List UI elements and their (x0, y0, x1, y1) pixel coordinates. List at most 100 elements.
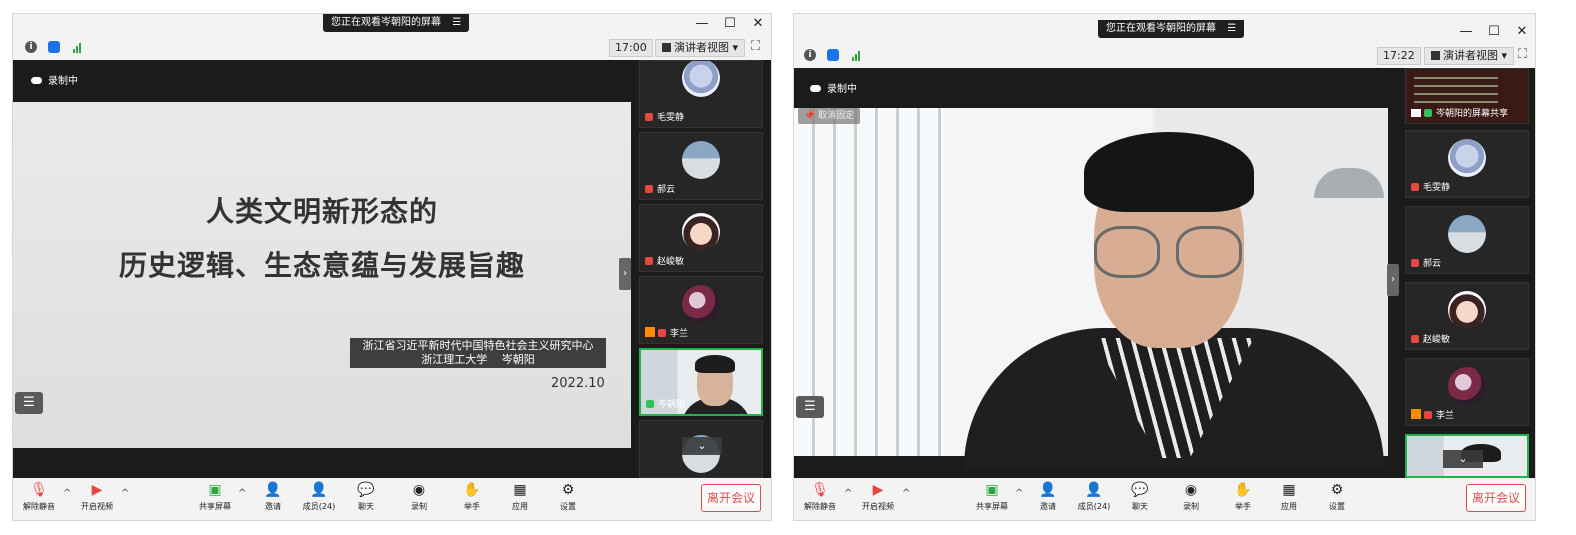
muted-mic-icon (645, 185, 653, 193)
network-signal-icon[interactable] (71, 41, 83, 53)
recording-label: 录制中 (827, 84, 857, 95)
gear-icon: ⚙ (1330, 482, 1344, 498)
avatar (682, 61, 720, 97)
viewing-screen-banner[interactable]: 您正在观看岑朝阳的屏幕 ☰ (323, 14, 470, 32)
raise-hand-button[interactable]: ✋ 举手 (1221, 482, 1265, 512)
security-shield-icon[interactable] (827, 49, 839, 61)
list-icon[interactable]: ☰ (15, 392, 43, 414)
minimize-icon[interactable]: — (695, 16, 709, 31)
meeting-clock: 17:00 (609, 39, 653, 57)
meeting-toolbar: 🎙 解除静音 ^ ▶ 开启视频 ^ ▣ 共享屏幕 ^ 👤 邀请 👤 成员(24) 💬 聊天 … (794, 478, 1535, 520)
maximize-icon[interactable]: ☐ (723, 16, 737, 31)
slide-org-line1: 浙江省习近平新时代中国特色社会主义研究中心 (362, 339, 594, 352)
participant-tile[interactable]: 毛雯静 (1405, 130, 1529, 198)
video-options-chevron-icon[interactable]: ^ (121, 488, 129, 499)
apps-button[interactable]: ▦ 应用 (498, 482, 542, 512)
close-icon[interactable]: ✕ (1515, 24, 1529, 39)
avatar (1448, 139, 1486, 177)
share-screen-button[interactable]: ▣ 共享屏幕 (970, 482, 1014, 512)
record-button[interactable]: ◉ 录制 (397, 482, 441, 512)
participant-tile[interactable]: 李兰 (1405, 358, 1529, 426)
members-button[interactable]: 👤 成员(24) (297, 482, 341, 512)
avatar (682, 141, 720, 179)
minimize-icon[interactable]: — (1459, 24, 1473, 39)
speaker-view-icon (1431, 51, 1440, 60)
participant-tile[interactable]: 郝云 (639, 132, 763, 200)
speaker-video: ☰ (794, 108, 1388, 468)
recording-label: 录制中 (48, 76, 78, 87)
collapse-panel-icon[interactable]: › (619, 258, 631, 290)
start-video-button[interactable]: ▶ 开启视频 (856, 482, 900, 512)
cancel-pin-button[interactable]: 📌 取消固定 (798, 108, 861, 124)
raise-hand-button[interactable]: ✋ 举手 (450, 482, 494, 512)
unmute-button[interactable]: 🎙 解除静音 (17, 482, 61, 512)
info-icon[interactable]: i (25, 41, 37, 53)
participant-tile-screen-share[interactable]: 岑朝阳的屏幕共享 (1405, 68, 1529, 124)
network-signal-icon[interactable] (850, 49, 862, 61)
meeting-window-right: 您正在观看岑朝阳的屏幕 ☰ — ☐ ✕ i 17:22 演讲者视图 ▾ ⛶ 录制… (793, 13, 1536, 521)
slide-date: 2022.10 (551, 376, 605, 391)
chat-icon: 💬 (1131, 482, 1149, 498)
muted-mic-icon (645, 113, 653, 121)
participant-name: 赵峻敏 (1411, 332, 1450, 345)
share-options-chevron-icon[interactable]: ^ (1015, 488, 1023, 499)
viewing-screen-banner[interactable]: 您正在观看岑朝阳的屏幕 ☰ (1098, 20, 1245, 38)
participant-name: 李兰 (645, 326, 688, 339)
apps-icon: ▦ (1282, 482, 1296, 498)
audio-options-chevron-icon[interactable]: ^ (63, 488, 71, 499)
share-screen-button[interactable]: ▣ 共享屏幕 (193, 482, 237, 512)
settings-button[interactable]: ⚙ 设置 (1315, 482, 1359, 512)
chat-button[interactable]: 💬 聊天 (1118, 482, 1162, 512)
security-shield-icon[interactable] (48, 41, 60, 53)
fullscreen-icon[interactable]: ⛶ (1518, 47, 1527, 62)
list-icon[interactable]: ☰ (796, 396, 824, 418)
avatar (682, 213, 720, 251)
participant-tile[interactable]: 赵峻敏 (639, 204, 763, 272)
apps-button[interactable]: ▦ 应用 (1267, 482, 1311, 512)
banner-menu-icon[interactable]: ☰ (452, 17, 461, 28)
cloud-record-icon (810, 85, 821, 92)
start-video-button[interactable]: ▶ 开启视频 (75, 482, 119, 512)
share-options-chevron-icon[interactable]: ^ (238, 488, 246, 499)
slide-title-line2: 历史逻辑、生态意蕴与发展旨趣 (118, 249, 525, 282)
fullscreen-icon[interactable]: ⛶ (751, 39, 760, 54)
maximize-icon[interactable]: ☐ (1487, 24, 1501, 39)
window-controls: — ☐ ✕ (695, 16, 765, 31)
gear-icon: ⚙ (561, 482, 575, 498)
scroll-down-icon[interactable]: ⌄ (682, 437, 722, 455)
screen-share-icon (1411, 109, 1421, 117)
members-button[interactable]: 👤 成员(24) (1072, 482, 1116, 512)
record-button[interactable]: ◉ 录制 (1169, 482, 1213, 512)
leave-meeting-button[interactable]: 离开会议 (701, 484, 761, 512)
participant-tile[interactable]: 毛雯静 (639, 60, 763, 128)
chat-button[interactable]: 💬 聊天 (344, 482, 388, 512)
leave-meeting-button[interactable]: 离开会议 (1466, 484, 1526, 512)
invite-button[interactable]: 👤 邀请 (251, 482, 295, 512)
info-icon[interactable]: i (804, 49, 816, 61)
audio-options-chevron-icon[interactable]: ^ (844, 488, 852, 499)
view-mode-button[interactable]: 演讲者视图 ▾ (1424, 47, 1515, 65)
shared-slide: 人类文明新形态的 历史逻辑、生态意蕴与发展旨趣 浙江省习近平新时代中国特色社会主… (13, 102, 631, 448)
main-stage: 录制中 ☰ 📌 取消固定 › 岑朝阳的屏幕共享 毛雯静 郝云 赵峻敏 李兰 ⌄ (794, 68, 1535, 478)
view-mode-button[interactable]: 演讲者视图 ▾ (655, 39, 746, 57)
recording-indicator: 录制中 (31, 72, 78, 87)
close-icon[interactable]: ✕ (751, 16, 765, 31)
banner-menu-icon[interactable]: ☰ (1227, 23, 1236, 34)
unmute-button[interactable]: 🎙 解除静音 (798, 482, 842, 512)
video-options-chevron-icon[interactable]: ^ (902, 488, 910, 499)
scroll-down-icon[interactable]: ⌄ (1443, 450, 1483, 468)
participant-tile-active-speaker[interactable]: ⌄ (1405, 434, 1529, 478)
meeting-clock: 17:22 (1377, 47, 1421, 65)
participant-tile[interactable]: 李兰 (639, 276, 763, 344)
collapse-panel-icon[interactable]: › (1387, 264, 1399, 296)
participant-tile[interactable]: 郝云 (1405, 206, 1529, 274)
participant-tile[interactable]: ⌄ (639, 420, 763, 478)
participant-tile[interactable]: 赵峻敏 (1405, 282, 1529, 350)
pin-icon: 📌 (804, 111, 816, 121)
settings-button[interactable]: ⚙ 设置 (546, 482, 590, 512)
muted-mic-icon (1411, 183, 1419, 191)
participant-tile-active-speaker[interactable]: 岑朝阳 (639, 348, 763, 416)
meeting-info-bar: i 17:00 演讲者视图 ▾ ⛶ (13, 38, 771, 58)
invite-button[interactable]: 👤 邀请 (1026, 482, 1070, 512)
host-badge-icon (645, 327, 655, 337)
